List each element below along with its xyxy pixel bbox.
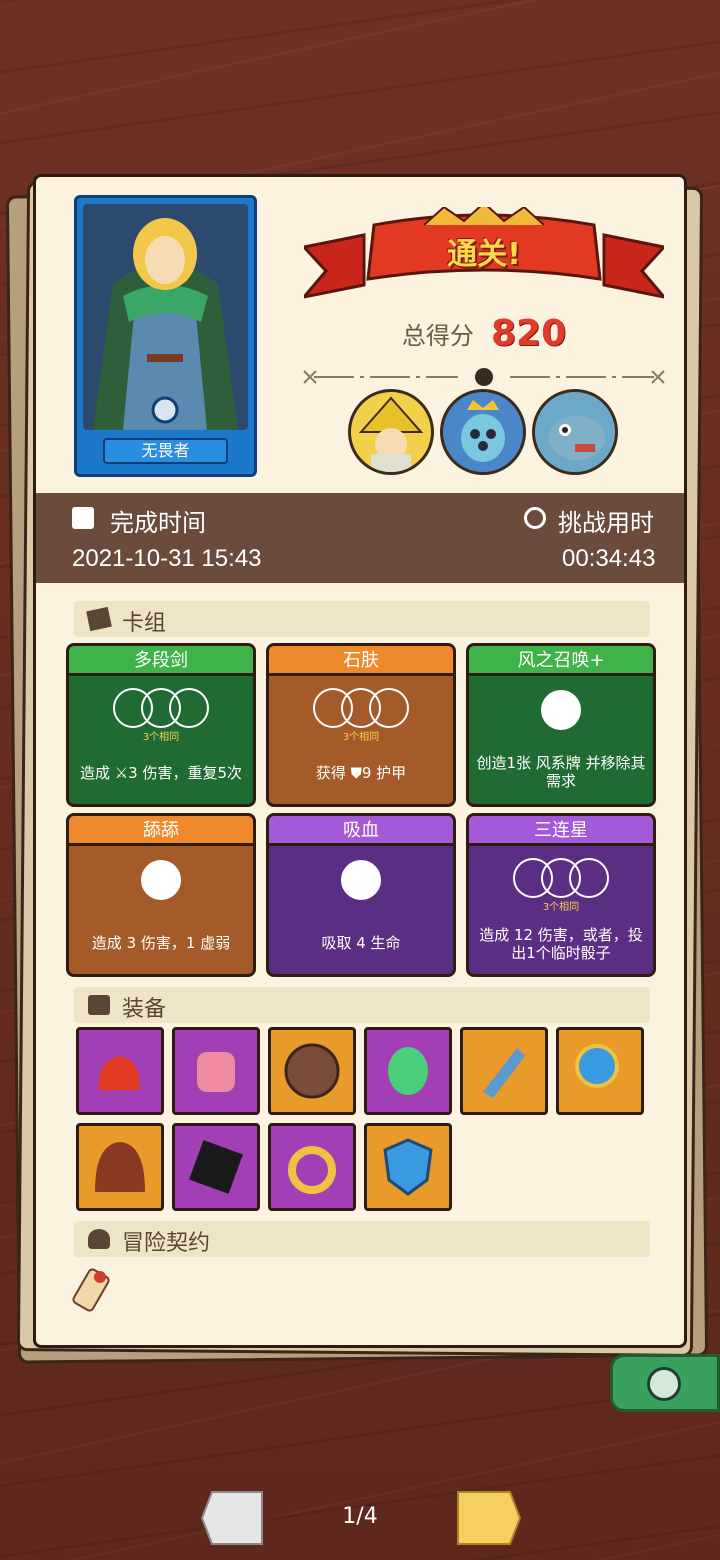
red-potion-icon[interactable]	[76, 1027, 164, 1115]
finish-time-value: 2021-10-31 15:43	[72, 545, 262, 572]
page-indicator: 1/4	[342, 1504, 378, 1529]
score-label: 总得分	[401, 322, 474, 350]
defeated-bosses	[348, 389, 624, 479]
card-requirement: 3个相同	[342, 732, 380, 743]
boss-king-icon[interactable]	[440, 389, 526, 475]
hood-icon[interactable]	[76, 1123, 164, 1211]
close-icon	[647, 1367, 681, 1401]
dice-slots	[113, 688, 209, 728]
wind-leaf-icon	[541, 690, 581, 730]
score-value: 820	[490, 313, 567, 354]
green-leaf-icon[interactable]	[364, 1027, 452, 1115]
equipment-section-header: 装备	[74, 987, 650, 1023]
hero-portrait-art	[83, 204, 248, 430]
card-title: 石肤	[269, 646, 453, 676]
boss-divider	[298, 367, 670, 387]
hero-name: 无畏者	[103, 438, 228, 464]
dice-slots	[513, 858, 609, 898]
prev-page-button[interactable]	[200, 1490, 264, 1546]
card-requirement: 3个相同	[142, 732, 180, 743]
card-title: 舔舔	[69, 816, 253, 846]
card-title: 吸血	[269, 816, 453, 846]
card-description: 创造1张 风系牌 并移除其需求	[476, 754, 646, 790]
challenge-time-label: 挑战用时	[558, 509, 654, 537]
tongue-icon	[141, 860, 181, 900]
finish-time-label: 完成时间	[110, 509, 206, 537]
card-title: 风之召唤+	[469, 646, 653, 676]
equipment-section-title: 装备	[122, 997, 167, 1022]
card-description: 吸取 4 生命	[321, 934, 401, 952]
calendar-icon	[72, 507, 94, 529]
challenge-time-value: 00:34:43	[562, 545, 656, 572]
result-panel: 无畏者 通关! 总得分 820 完成时间 2021-10-31 15:43 挑战…	[33, 174, 687, 1348]
crystal-shield-icon[interactable]	[364, 1123, 452, 1211]
card-description: 造成 ⚔3 伤害，重复5次	[79, 764, 243, 782]
shadow-dice-icon[interactable]	[172, 1123, 260, 1211]
close-button[interactable]	[610, 1354, 720, 1412]
card-3[interactable]: 舔舔 造成 3 伤害，1 虚弱	[66, 813, 256, 977]
deck-section-header: 卡组	[74, 601, 650, 637]
card-description: 获得 ⛊9 护甲	[315, 764, 407, 782]
cards-icon	[86, 606, 112, 632]
stopwatch-icon	[524, 507, 546, 529]
boss-wizard-icon[interactable]	[348, 389, 434, 475]
card-description: 造成 12 伤害，或者，投出1个临时骰子	[479, 926, 643, 962]
bronze-plate-icon[interactable]	[268, 1027, 356, 1115]
card-description: 造成 3 伤害，1 虚弱	[91, 934, 231, 952]
card-requirement: 3个相同	[542, 902, 580, 913]
scroll-icon[interactable]	[70, 1263, 118, 1315]
hero-portrait-card[interactable]: 无畏者	[74, 195, 257, 477]
card-title: 多段剑	[69, 646, 253, 676]
score-row: 总得分 820	[304, 313, 664, 354]
card-4[interactable]: 吸血 吸取 4 生命	[266, 813, 456, 977]
moon-icon	[341, 860, 381, 900]
pager: 1/4	[0, 1490, 720, 1546]
contract-icon	[88, 1229, 110, 1249]
deck-section-title: 卡组	[122, 611, 167, 636]
victory-title: 通关!	[447, 237, 521, 272]
blue-orb-icon[interactable]	[556, 1027, 644, 1115]
card-title: 三连星	[469, 816, 653, 846]
gold-ring-icon[interactable]	[268, 1123, 356, 1211]
contract-section-title: 冒险契约	[122, 1231, 211, 1256]
pink-jelly-icon[interactable]	[172, 1027, 260, 1115]
contract-section-header: 冒险契约	[74, 1221, 650, 1257]
card-0[interactable]: 多段剑 3个相同 造成 ⚔3 伤害，重复5次	[66, 643, 256, 807]
box-icon	[88, 995, 110, 1015]
victory-banner: 通关!	[300, 201, 668, 307]
saw-blade-icon[interactable]	[460, 1027, 548, 1115]
dice-slots	[313, 688, 409, 728]
time-bar: 完成时间 2021-10-31 15:43 挑战用时 00:34:43	[36, 493, 684, 583]
next-page-button[interactable]	[456, 1490, 522, 1546]
card-5[interactable]: 三连星 3个相同 造成 12 伤害，或者，投出1个临时骰子	[466, 813, 656, 977]
card-2[interactable]: 风之召唤+ 创造1张 风系牌 并移除其需求	[466, 643, 656, 807]
card-1[interactable]: 石肤 3个相同 获得 ⛊9 护甲	[266, 643, 456, 807]
boss-beast-icon[interactable]	[532, 389, 618, 475]
